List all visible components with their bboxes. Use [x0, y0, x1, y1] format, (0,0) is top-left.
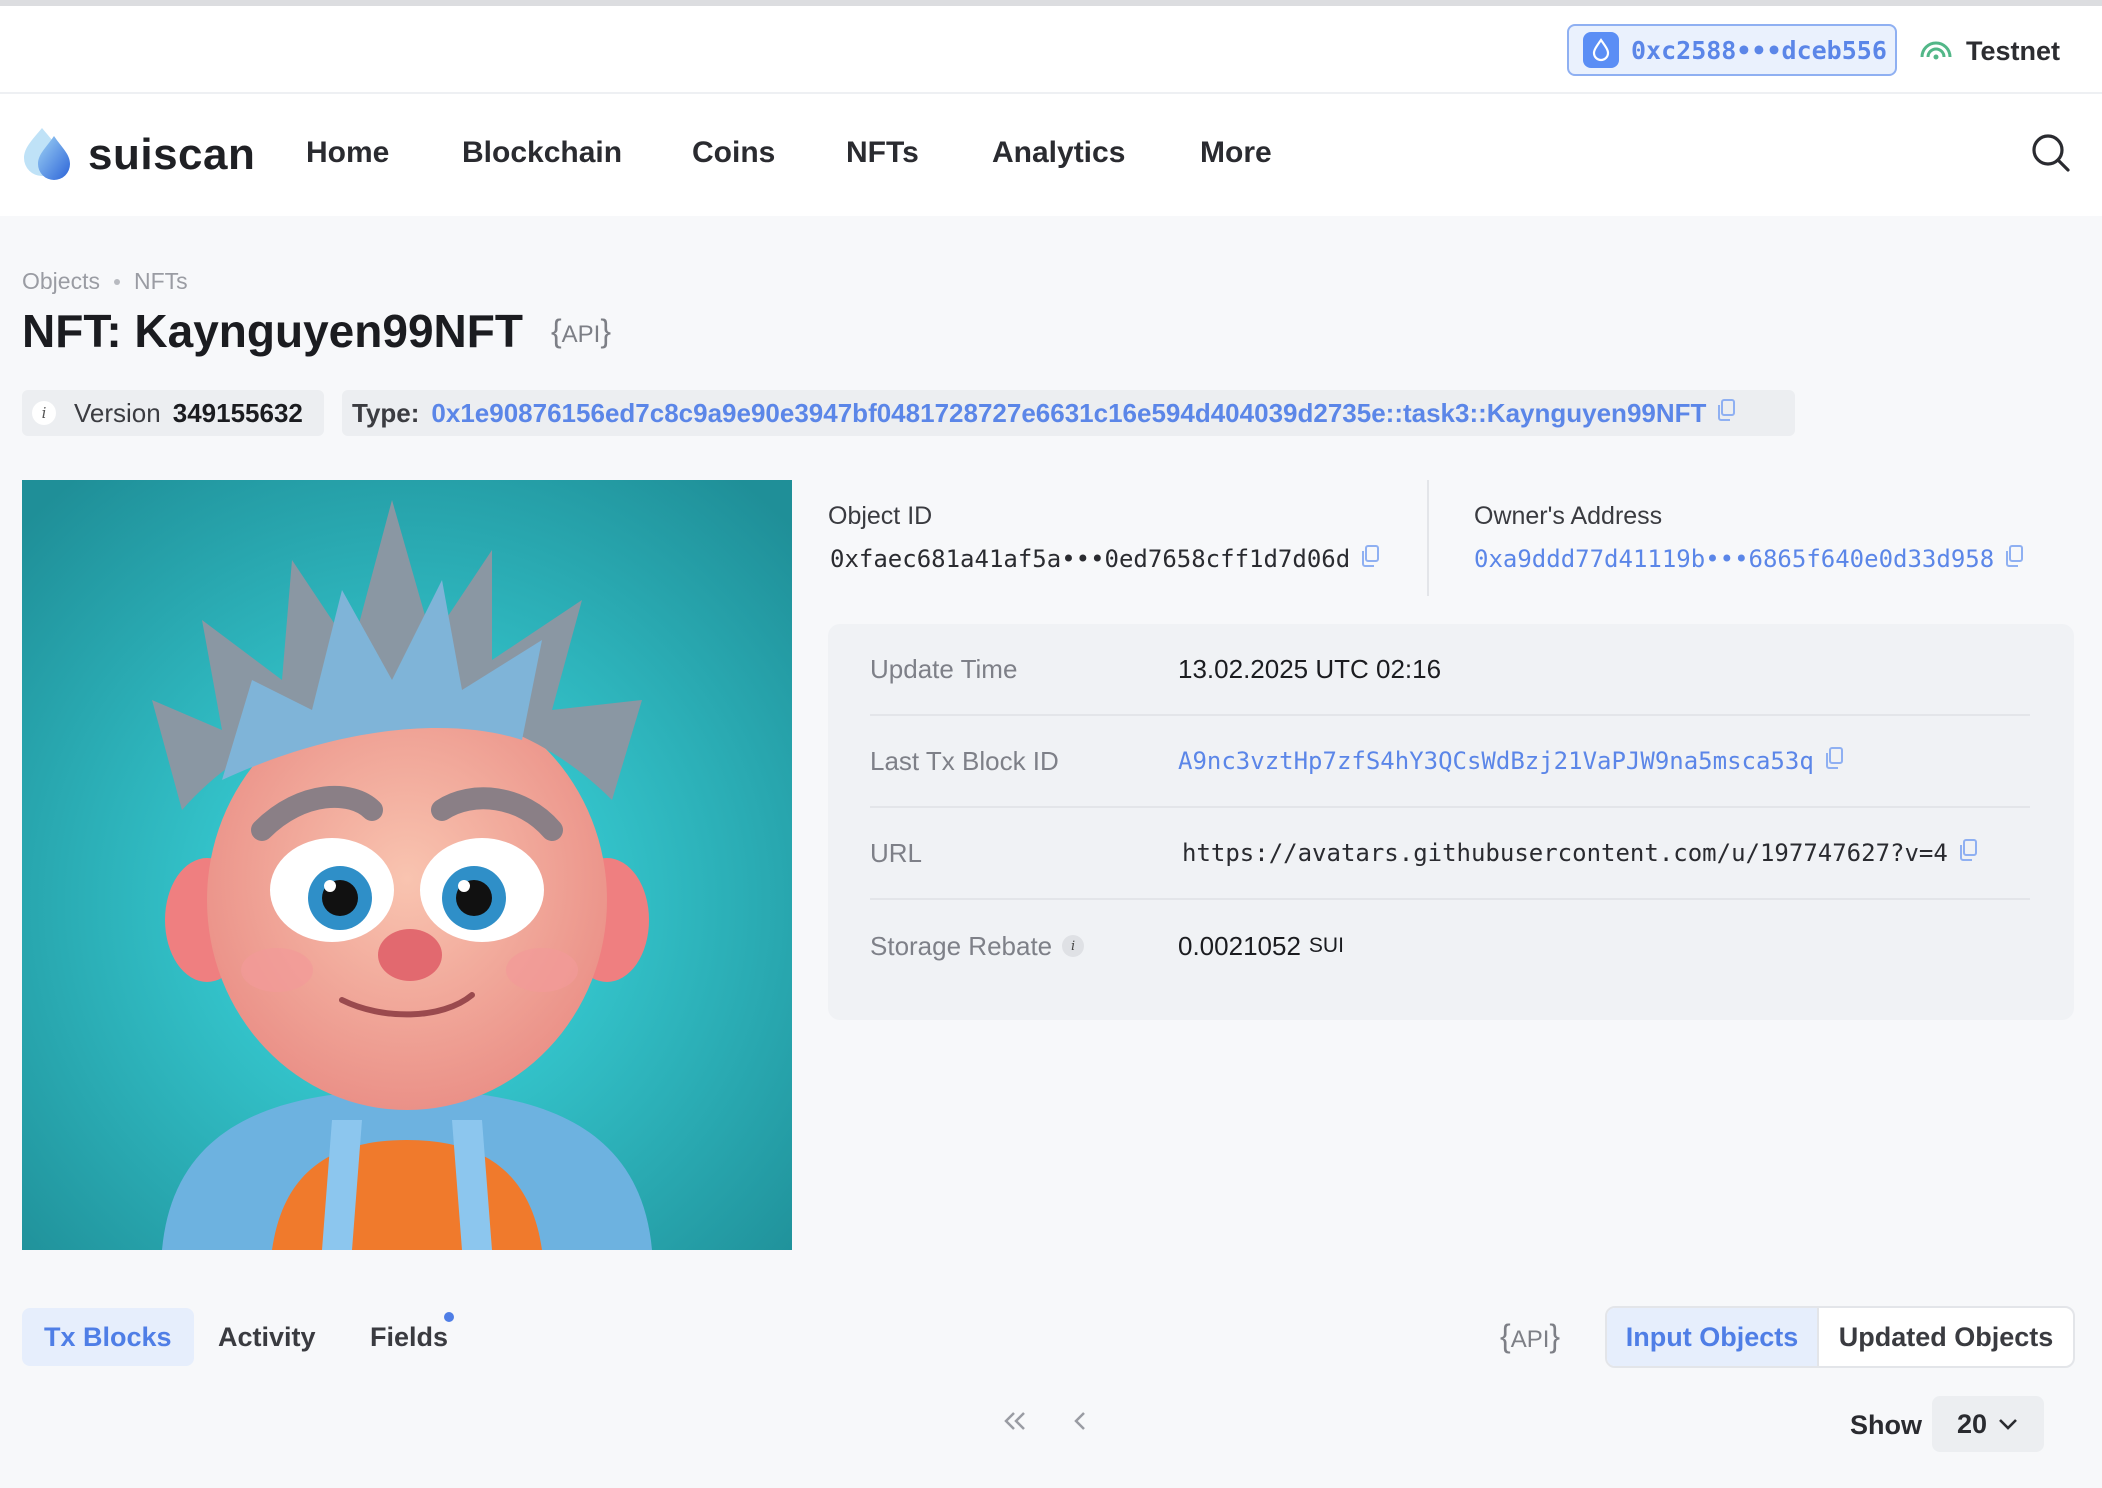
detail-row-update-time: Update Time 13.02.2025 UTC 02:16: [870, 624, 2030, 716]
api-label: API: [1510, 1326, 1550, 1353]
nav-nfts[interactable]: NFTs: [846, 136, 919, 170]
storage-rebate-value: 0.0021052: [1178, 930, 1301, 961]
object-id-value[interactable]: 0xfaec681a41af5a•••0ed7658cff1d7d06d: [830, 545, 1350, 573]
nft-image: [22, 480, 792, 1250]
url-label: URL: [870, 837, 923, 868]
copy-icon[interactable]: [1716, 398, 1736, 429]
nav-blockchain[interactable]: Blockchain: [462, 136, 622, 170]
chevron-left-icon: [1074, 1412, 1085, 1430]
tab-tx-blocks[interactable]: Tx Blocks: [22, 1308, 194, 1366]
storage-rebate-unit: SUI: [1308, 934, 1344, 957]
update-time-value: 13.02.2025 UTC 02:16: [1178, 653, 1442, 684]
storage-rebate-label: Storage Rebate: [870, 930, 1053, 961]
search-icon[interactable]: [2030, 132, 2072, 179]
api-button[interactable]: {API}: [551, 313, 611, 350]
detail-row-storage-rebate: Storage Rebate i 0.0021052 SUI: [870, 900, 2030, 992]
url-field: https://avatars.githubusercontent.com/u/…: [1178, 838, 1978, 869]
breadcrumb-nfts[interactable]: NFTs: [134, 268, 188, 295]
object-details-card: Update Time 13.02.2025 UTC 02:16 Last Tx…: [828, 624, 2074, 1020]
type-label: Type:: [352, 397, 420, 428]
logo[interactable]: suiscan: [22, 124, 255, 185]
last-tx-link[interactable]: A9nc3vztHp7zfS4hY3QCsWdBzj21VaPJW9na5msc…: [1178, 747, 1814, 775]
info-icon[interactable]: i: [1062, 935, 1085, 957]
page-size-select[interactable]: 20: [1932, 1396, 2044, 1452]
url-value[interactable]: https://avatars.githubusercontent.com/u/…: [1182, 839, 1948, 867]
top-bar: 0xc2588•••dceb556 Testnet: [0, 0, 2102, 94]
updated-objects-button[interactable]: Updated Objects: [1819, 1308, 2073, 1366]
page-size-value: 20: [1956, 1408, 1988, 1439]
storage-rebate-label-wrap: Storage Rebate i: [870, 931, 1178, 962]
api-button[interactable]: {API}: [1500, 1318, 1560, 1355]
prev-page-button[interactable]: [1072, 1406, 1088, 1440]
version-label: Version: [74, 397, 161, 428]
suiscan-logo-icon: [22, 124, 76, 185]
nav-more[interactable]: More: [1200, 136, 1272, 170]
double-chevron-left-icon: [1004, 1412, 1025, 1430]
storage-rebate-field: 0.0021052 SUI: [1178, 931, 1344, 962]
last-tx-field: A9nc3vztHp7zfS4hY3QCsWdBzj21VaPJW9na5msc…: [1178, 746, 1844, 777]
version-value: 349155632: [172, 397, 303, 428]
object-id-label: Object ID: [828, 502, 933, 530]
type-pill: Type: 0x1e90876156ed7c8c9a9e90e3947bf048…: [342, 390, 1795, 436]
show-label: Show: [1850, 1410, 1922, 1440]
detail-row-last-tx: Last Tx Block ID A9nc3vztHp7zfS4hY3QCsWd…: [870, 716, 2030, 808]
info-icon[interactable]: i: [32, 401, 56, 425]
api-label: API: [561, 320, 601, 348]
owner-address-link[interactable]: 0xa9ddd77d41119b•••6865f640e0d33d958: [1474, 545, 1994, 573]
detail-row-url: URL https://avatars.githubusercontent.co…: [870, 808, 2030, 900]
chevron-down-icon: [1999, 1419, 2017, 1430]
copy-icon[interactable]: [1958, 838, 1978, 869]
nav-home[interactable]: Home: [306, 136, 389, 170]
network-selector[interactable]: Testnet: [1918, 36, 2060, 67]
input-objects-button[interactable]: Input Objects: [1607, 1308, 1819, 1366]
owner-address-field: 0xa9ddd77d41119b•••6865f640e0d33d958: [1474, 544, 2024, 574]
wallet-address: 0xc2588•••dceb556: [1631, 35, 1887, 65]
nav-analytics[interactable]: Analytics: [992, 136, 1125, 170]
wallet-button[interactable]: 0xc2588•••dceb556: [1567, 24, 1897, 76]
owner-address-label: Owner's Address: [1474, 502, 1663, 530]
signal-icon: [1918, 37, 1954, 66]
update-time-label: Update Time: [870, 653, 1018, 684]
objects-toggle: Input Objects Updated Objects: [1605, 1306, 2075, 1368]
vertical-divider: [1427, 480, 1429, 596]
last-tx-label: Last Tx Block ID: [870, 745, 1059, 776]
fields-notification-dot: [444, 1312, 454, 1322]
copy-icon[interactable]: [1824, 746, 1844, 777]
nav-coins[interactable]: Coins: [692, 136, 775, 170]
version-pill: i Version 349155632: [22, 390, 324, 436]
object-id-field: 0xfaec681a41af5a•••0ed7658cff1d7d06d: [830, 544, 1380, 574]
network-label: Testnet: [1966, 36, 2061, 66]
breadcrumb-separator: [113, 278, 120, 285]
type-value-link[interactable]: 0x1e90876156ed7c8c9a9e90e3947bf048172872…: [431, 398, 1706, 429]
title-row: NFT: Kaynguyen99NFT {API}: [22, 304, 611, 358]
copy-icon[interactable]: [2004, 544, 2024, 574]
main-nav: suiscan Home Blockchain Coins NFTs Analy…: [0, 94, 2102, 216]
page-title: NFT: Kaynguyen99NFT: [22, 305, 523, 357]
first-page-button[interactable]: [1002, 1406, 1028, 1440]
breadcrumb-objects[interactable]: Objects: [22, 268, 100, 295]
breadcrumb: Objects NFTs: [22, 268, 188, 295]
copy-icon[interactable]: [1360, 544, 1380, 574]
tab-activity[interactable]: Activity: [196, 1308, 338, 1366]
brand-name: suiscan: [88, 129, 256, 179]
droplet-icon: [1583, 32, 1619, 68]
